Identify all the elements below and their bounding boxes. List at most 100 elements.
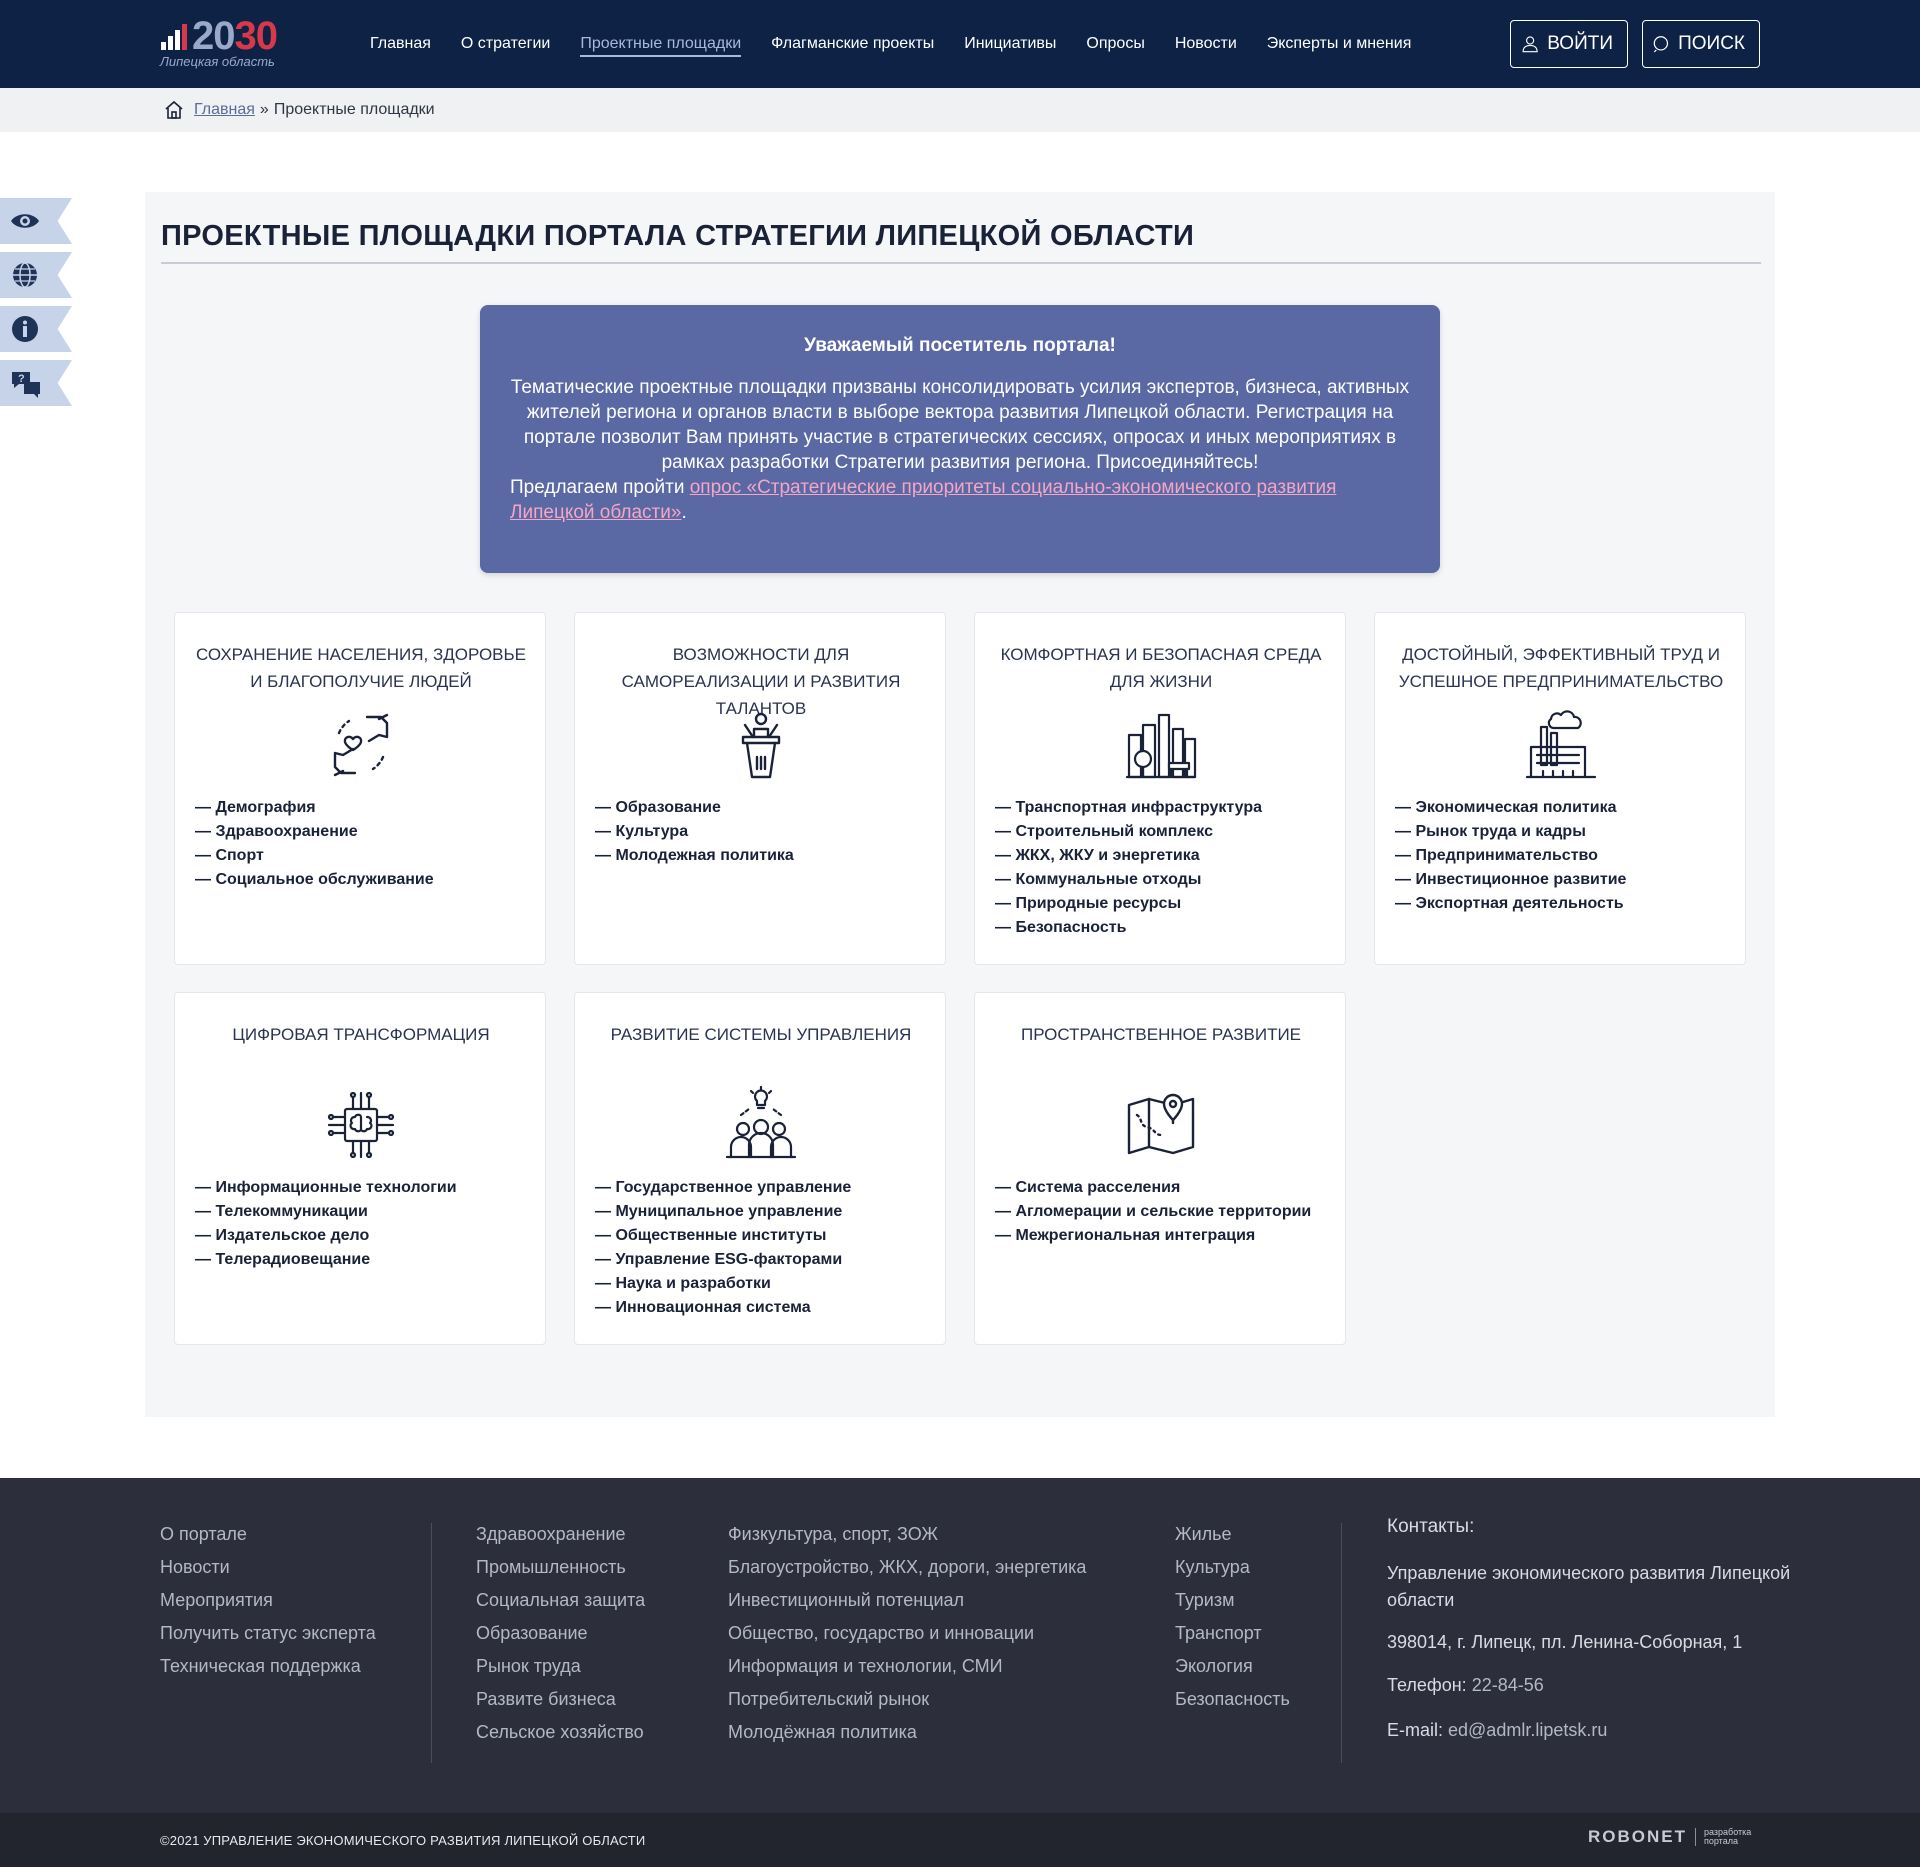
chip-brain-icon — [327, 1091, 395, 1159]
logo[interactable]: 2030 Липецкая область — [160, 16, 300, 72]
footer-link[interactable]: Мероприятия — [160, 1584, 376, 1617]
list-item[interactable]: — Общественные институты — [595, 1224, 851, 1248]
login-label: ВОЙТИ — [1547, 33, 1613, 54]
platform-card-environment[interactable]: КОМФОРТНАЯ И БЕЗОПАСНАЯ СРЕДА ДЛЯ ЖИЗНИ … — [974, 612, 1346, 965]
platform-card-population[interactable]: СОХРАНЕНИЕ НАСЕЛЕНИЯ, ЗДОРОВЬЕ И БЛАГОПО… — [174, 612, 546, 965]
phone-link[interactable]: 22-84-56 — [1472, 1675, 1544, 1695]
developer-credit[interactable]: ROBONET разработка портала — [1588, 1827, 1774, 1847]
card-title: ПРОСТРАНСТВЕННОЕ РАЗВИТИЕ — [1020, 1025, 1302, 1044]
footer-link[interactable]: Рынок труда — [476, 1650, 645, 1683]
footer-link[interactable]: Техническая поддержка — [160, 1650, 376, 1683]
list-item[interactable]: — Безопасность — [995, 916, 1262, 940]
list-item[interactable]: — Образование — [595, 796, 794, 820]
list-item[interactable]: — Инновационная система — [595, 1296, 851, 1320]
list-item[interactable]: — Агломерации и сельские территории — [995, 1200, 1311, 1224]
list-item[interactable]: — Здравоохранение — [195, 820, 434, 844]
list-item[interactable]: — Предпринимательство — [1395, 844, 1626, 868]
list-item[interactable]: — Спорт — [195, 844, 434, 868]
list-item[interactable]: — Природные ресурсы — [995, 892, 1262, 916]
footer-link[interactable]: Сельское хозяйство — [476, 1716, 645, 1749]
developer-name: ROBONET — [1588, 1827, 1687, 1846]
card-topic-list: — Демография — Здравоохранение — Спорт —… — [195, 796, 434, 892]
card-title: РАЗВИТИЕ СИСТЕМЫ УПРАВЛЕНИЯ — [610, 1025, 912, 1044]
list-item[interactable]: — Телекоммуникации — [195, 1200, 457, 1224]
nav-flagship-projects[interactable]: Флагманские проекты — [771, 29, 934, 59]
email-link[interactable]: ed@admlr.lipetsk.ru — [1448, 1720, 1607, 1740]
info-icon — [12, 316, 38, 342]
footer-link[interactable]: Здравоохранение — [476, 1518, 645, 1551]
footer-link[interactable]: Развите бизнеса — [476, 1683, 645, 1716]
list-item[interactable]: — Рынок труда и кадры — [1395, 820, 1626, 844]
nav-news[interactable]: Новости — [1175, 29, 1237, 59]
list-item[interactable]: — Социальное обслуживание — [195, 868, 434, 892]
footer-link[interactable]: О портале — [160, 1518, 376, 1551]
list-item[interactable]: — Экспортная деятельность — [1395, 892, 1626, 916]
platform-card-labor[interactable]: ДОСТОЙНЫЙ, ЭФФЕКТИВНЫЙ ТРУД И УСПЕШНОЕ П… — [1374, 612, 1746, 965]
footer-link[interactable]: Молодёжная политика — [728, 1716, 1086, 1749]
city-park-icon — [1125, 713, 1197, 779]
list-item[interactable]: — Наука и разработки — [595, 1272, 851, 1296]
login-button[interactable]: ВОЙТИ — [1510, 20, 1628, 68]
list-item[interactable]: — Культура — [595, 820, 794, 844]
platform-card-digital[interactable]: ЦИФРОВАЯ ТРАНСФОРМАЦИЯ — Информационные … — [174, 992, 546, 1345]
footer-link[interactable]: Благоустройство, ЖКХ, дороги, энергетика — [728, 1551, 1086, 1584]
welcome-notice: Уважаемый посетитель портала! Тематическ… — [480, 305, 1440, 573]
footer-link[interactable]: Инвестиционный потенциал — [728, 1584, 1086, 1617]
breadcrumb-home-link[interactable]: Главная — [194, 101, 255, 119]
nav-project-platforms[interactable]: Проектные площадки — [580, 29, 741, 59]
info-button[interactable] — [0, 306, 72, 352]
footer-link[interactable]: Потребительский рынок — [728, 1683, 1086, 1716]
footer-link[interactable]: Промышленность — [476, 1551, 645, 1584]
user-icon — [1522, 36, 1538, 53]
list-item[interactable]: — Экономическая политика — [1395, 796, 1626, 820]
accessibility-vision-button[interactable] — [0, 198, 72, 244]
list-item[interactable]: — ЖКХ, ЖКУ и энергетика — [995, 844, 1262, 868]
list-item[interactable]: — Система расселения — [995, 1176, 1311, 1200]
feedback-button[interactable]: ? — [0, 360, 72, 406]
nav-surveys[interactable]: Опросы — [1086, 29, 1144, 59]
logo-bars-icon — [161, 24, 187, 50]
nav-initiatives[interactable]: Инициативы — [964, 29, 1056, 59]
list-item[interactable]: — Телерадиовещание — [195, 1248, 457, 1272]
footer-link[interactable]: Безопасность — [1175, 1683, 1290, 1716]
list-item[interactable]: — Транспортная инфраструктура — [995, 796, 1262, 820]
platform-card-talents[interactable]: ВОЗМОЖНОСТИ ДЛЯ САМОРЕАЛИЗАЦИИ И РАЗВИТИ… — [574, 612, 946, 965]
list-item[interactable]: — Инвестиционное развитие — [1395, 868, 1626, 892]
footer-link[interactable]: Физкультура, спорт, ЗОЖ — [728, 1518, 1086, 1551]
footer-bottom-bar: ©2021 УПРАВЛЕНИЕ ЭКОНОМИЧЕСКОГО РАЗВИТИЯ… — [0, 1813, 1920, 1867]
footer-link[interactable]: Культура — [1175, 1551, 1290, 1584]
list-item[interactable]: — Муниципальное управление — [595, 1200, 851, 1224]
list-item[interactable]: — Коммунальные отходы — [995, 868, 1262, 892]
footer-link[interactable]: Образование — [476, 1617, 645, 1650]
footer-link[interactable]: Социальная защита — [476, 1584, 645, 1617]
footer-link[interactable]: Экология — [1175, 1650, 1290, 1683]
home-icon[interactable] — [164, 100, 184, 120]
list-item[interactable]: — Межрегиональная интеграция — [995, 1224, 1311, 1248]
list-item[interactable]: — Издательское дело — [195, 1224, 457, 1248]
language-button[interactable] — [0, 252, 72, 298]
platform-card-governance[interactable]: РАЗВИТИЕ СИСТЕМЫ УПРАВЛЕНИЯ — Государств… — [574, 992, 946, 1345]
list-item[interactable]: — Информационные технологии — [195, 1176, 457, 1200]
nav-experts[interactable]: Эксперты и мнения — [1267, 29, 1412, 59]
list-item[interactable]: — Управление ESG-факторами — [595, 1248, 851, 1272]
search-button[interactable]: ПОИСК — [1642, 20, 1760, 68]
footer-link[interactable]: Жилье — [1175, 1518, 1290, 1551]
main-nav: Главная О стратегии Проектные площадки Ф… — [370, 0, 1441, 88]
list-item[interactable]: — Демография — [195, 796, 434, 820]
list-item[interactable]: — Строительный комплекс — [995, 820, 1262, 844]
card-topic-list: — Образование — Культура — Молодежная по… — [595, 796, 794, 868]
list-item[interactable]: — Молодежная политика — [595, 844, 794, 868]
footer-link[interactable]: Туризм — [1175, 1584, 1290, 1617]
list-item[interactable]: — Государственное управление — [595, 1176, 851, 1200]
footer-link[interactable]: Информация и технологии, СМИ — [728, 1650, 1086, 1683]
nav-home[interactable]: Главная — [370, 29, 431, 59]
footer-link[interactable]: Получить статус эксперта — [160, 1617, 376, 1650]
footer-column-topics-3: Жилье Культура Туризм Транспорт Экология… — [1175, 1518, 1290, 1716]
platform-card-spatial[interactable]: ПРОСТРАНСТВЕННОЕ РАЗВИТИЕ — Система расс… — [974, 992, 1346, 1345]
footer-link[interactable]: Общество, государство и инновации — [728, 1617, 1086, 1650]
footer-link[interactable]: Новости — [160, 1551, 376, 1584]
nav-about-strategy[interactable]: О стратегии — [461, 29, 550, 59]
speaker-podium-icon — [741, 712, 781, 779]
page-title: ПРОЕКТНЫЕ ПЛОЩАДКИ ПОРТАЛА СТРАТЕГИИ ЛИП… — [161, 220, 1195, 252]
footer-link[interactable]: Транспорт — [1175, 1617, 1290, 1650]
